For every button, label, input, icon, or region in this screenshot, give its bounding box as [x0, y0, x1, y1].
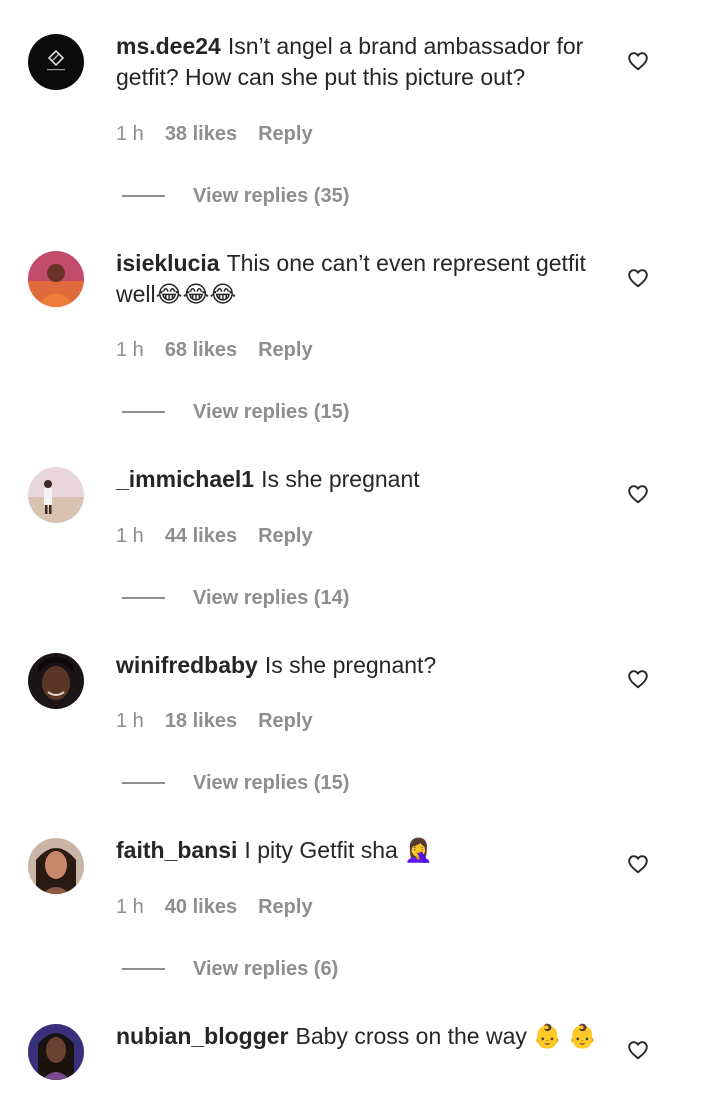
comment-body: ms.dee24 Isn’t angel a brand ambassador f…: [116, 31, 606, 93]
comment-time: 1 h: [116, 896, 144, 918]
comment-likes[interactable]: 40 likes: [165, 895, 237, 919]
heart-icon[interactable]: [626, 266, 650, 290]
avatar[interactable]: [28, 653, 84, 709]
comment-likes[interactable]: 44 likes: [165, 524, 237, 548]
comment-meta: 1 h 44 likes Reply: [116, 524, 313, 548]
comment-username[interactable]: ms.dee24: [116, 33, 221, 59]
reply-button[interactable]: Reply: [258, 524, 312, 548]
comment-meta: 1 h 18 likes Reply: [116, 709, 313, 733]
comment-body: isieklucia This one can’t even represent …: [116, 248, 606, 310]
replies-divider-line: [122, 411, 165, 413]
replies-divider-line: [122, 195, 165, 197]
comment-username[interactable]: winifredbaby: [116, 652, 258, 678]
comment-text: I pity Getfit sha 🤦‍♀️: [244, 837, 433, 863]
replies-divider-line: [122, 597, 165, 599]
reply-button[interactable]: Reply: [258, 709, 312, 733]
comment-body: nubian_blogger Baby cross on the way 👶 👶: [116, 1021, 606, 1052]
comment-time: 1 h: [116, 339, 144, 361]
avatar[interactable]: [28, 838, 84, 894]
view-replies-label: View replies (15): [193, 772, 350, 794]
heart-icon[interactable]: [626, 667, 650, 691]
comment-body: _immichael1 Is she pregnant: [116, 464, 606, 495]
comment-username[interactable]: isieklucia: [116, 250, 220, 276]
replies-divider-line: [122, 968, 165, 970]
view-replies-label: View replies (15): [193, 401, 350, 423]
comment-likes[interactable]: 38 likes: [165, 122, 237, 146]
avatar[interactable]: [28, 34, 84, 90]
avatar[interactable]: [28, 467, 84, 523]
replies-divider-line: [122, 782, 165, 784]
avatar[interactable]: [28, 1024, 84, 1080]
reply-button[interactable]: Reply: [258, 895, 312, 919]
reply-button[interactable]: Reply: [258, 122, 312, 146]
comment-likes[interactable]: 68 likes: [165, 338, 237, 362]
comment-meta: 1 h 40 likes Reply: [116, 895, 313, 919]
heart-icon[interactable]: [626, 852, 650, 876]
comment-text: Is she pregnant?: [264, 652, 437, 678]
heart-icon[interactable]: [626, 1038, 650, 1062]
comment-username[interactable]: _immichael1: [116, 466, 254, 492]
comment-meta: 1 h 38 likes Reply: [116, 122, 313, 146]
comment-text: Is she pregnant: [261, 466, 420, 492]
view-replies-label: View replies (35): [193, 185, 350, 207]
comment-likes[interactable]: 18 likes: [165, 709, 237, 733]
comment-meta: 1 h 68 likes Reply: [116, 338, 313, 362]
avatar[interactable]: [28, 251, 84, 307]
view-replies-label: View replies (14): [193, 587, 350, 609]
heart-icon[interactable]: [626, 49, 650, 73]
comment-text: Baby cross on the way 👶 👶: [295, 1023, 597, 1049]
comment-time: 1 h: [116, 710, 144, 732]
comment-body: winifredbaby Is she pregnant?: [116, 650, 606, 681]
comment-username[interactable]: faith_bansi: [116, 837, 237, 863]
view-replies-label: View replies (6): [193, 958, 339, 980]
comment-body: faith_bansi I pity Getfit sha 🤦‍♀️: [116, 835, 606, 866]
comment-time: 1 h: [116, 123, 144, 145]
comment-time: 1 h: [116, 525, 144, 547]
heart-icon[interactable]: [626, 482, 650, 506]
comment-username[interactable]: nubian_blogger: [116, 1023, 289, 1049]
reply-button[interactable]: Reply: [258, 338, 312, 362]
